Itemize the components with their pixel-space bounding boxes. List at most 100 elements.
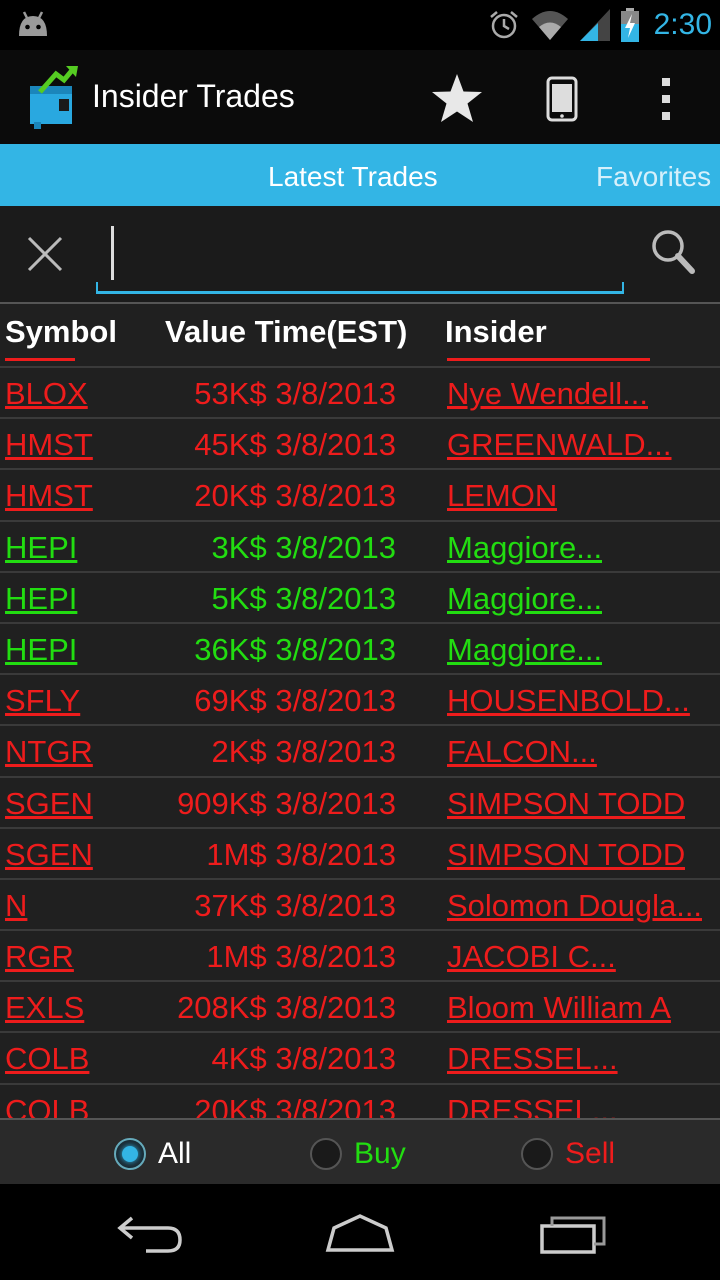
row-symbol-link[interactable]: RGR — [5, 939, 74, 975]
app-logo-icon[interactable] — [26, 66, 80, 130]
filter-buy-label: Buy — [354, 1137, 406, 1170]
filter-all-radio[interactable]: All — [114, 1134, 191, 1174]
row-insider-link[interactable]: SIMPSON TODD — [447, 786, 685, 822]
filter-bar: All Buy Sell — [0, 1118, 720, 1184]
star-icon[interactable] — [430, 72, 484, 126]
row-date: 3/8/2013 — [275, 631, 396, 667]
wifi-icon — [531, 11, 568, 40]
table-row[interactable]: COLB 4K$ 3/8/2013 DRESSEL... — [0, 1031, 720, 1082]
row-value-time: 5K$ 3/8/2013 — [212, 581, 396, 617]
alarm-icon — [489, 11, 518, 39]
row-symbol-link[interactable]: HEPI — [5, 530, 77, 566]
table-row[interactable]: BLOX 53K$ 3/8/2013 Nye Wendell... — [0, 366, 720, 417]
table-row[interactable]: SFLY 69K$ 3/8/2013 HOUSENBOLD... — [0, 673, 720, 724]
overflow-menu-icon[interactable] — [658, 76, 674, 122]
radio-indicator[interactable] — [521, 1138, 553, 1170]
row-symbol-link[interactable]: SGEN — [5, 837, 93, 873]
row-date: 3/8/2013 — [275, 990, 396, 1026]
row-date: 3/8/2013 — [275, 1041, 396, 1077]
row-symbol-link[interactable]: SGEN — [5, 786, 93, 822]
search-input-border — [96, 282, 624, 294]
row-symbol-link[interactable]: SFLY — [5, 683, 80, 719]
phone-icon[interactable] — [546, 76, 578, 122]
row-insider-link[interactable]: GREENWALD... — [447, 427, 672, 463]
table-row[interactable]: HEPI 3K$ 3/8/2013 Maggiore... — [0, 519, 720, 571]
row-insider-link[interactable]: Maggiore... — [447, 530, 602, 566]
table-row[interactable]: N 37K$ 3/8/2013 Solomon Dougla... — [0, 877, 720, 929]
back-icon[interactable] — [116, 1214, 184, 1254]
table-rows: BLOX 53K$ 3/8/2013 Nye Wendell... HMST 45K$ … — [0, 358, 720, 1118]
signal-icon — [579, 9, 610, 41]
row-value: 909K$ — [177, 785, 267, 821]
row-insider-link[interactable]: JACOBI C... — [447, 939, 616, 975]
row-date: 3/8/2013 — [275, 683, 396, 719]
radio-selected-indicator[interactable] — [114, 1138, 146, 1170]
row-insider-link[interactable]: HOUSENBOLD... — [447, 683, 690, 719]
row-symbol-link[interactable]: BLOX — [5, 376, 88, 412]
table-row[interactable]: HMST 45K$ 3/8/2013 GREENWALD... — [0, 417, 720, 468]
row-value: 37K$ — [194, 887, 267, 923]
table-row[interactable]: HEPI 5K$ 3/8/2013 Maggiore... — [0, 570, 720, 622]
recent-apps-icon[interactable] — [538, 1214, 608, 1254]
row-insider-link[interactable]: Maggiore... — [447, 581, 602, 617]
status-bar: 2:30 — [0, 0, 720, 50]
row-insider-link[interactable]: DRESSEL... — [447, 1093, 618, 1118]
row-symbol-link[interactable]: HMST — [5, 478, 93, 514]
row-insider-link[interactable]: Nye Wendell... — [447, 376, 648, 412]
row-value: 1M$ — [206, 836, 267, 872]
row-symbol-link[interactable]: HEPI — [5, 581, 77, 617]
table-row[interactable]: SGEN 909K$ 3/8/2013 SIMPSON TODD — [0, 775, 720, 827]
row-symbol-link[interactable]: N — [5, 888, 27, 924]
close-icon[interactable] — [25, 234, 65, 274]
tab-latest-trades[interactable]: Latest Trades — [268, 144, 438, 206]
row-symbol-link[interactable]: COLB — [5, 1093, 89, 1118]
row-date: 3/8/2013 — [275, 887, 396, 923]
row-insider-link[interactable]: Solomon Dougla... — [447, 888, 702, 924]
row-insider-link[interactable]: SIMPSON TODD — [447, 837, 685, 873]
table-row[interactable]: NTGR 2K$ 3/8/2013 FALCON... — [0, 724, 720, 775]
row-value-time: 45K$ 3/8/2013 — [194, 427, 396, 463]
row-insider-link[interactable]: Bloom William A — [447, 990, 671, 1026]
table-row[interactable]: EXLS 208K$ 3/8/2013 Bloom William A — [0, 980, 720, 1031]
row-value: 45K$ — [194, 427, 267, 463]
row-date: 3/8/2013 — [275, 836, 396, 872]
battery-charging-icon — [620, 8, 639, 42]
table-row[interactable]: HMST 20K$ 3/8/2013 LEMON — [0, 468, 720, 519]
row-value: 208K$ — [177, 990, 267, 1026]
table-row[interactable]: RGR 1M$ 3/8/2013 JACOBI C... — [0, 929, 720, 980]
row-value-time: 36K$ 3/8/2013 — [194, 632, 396, 668]
row-date: 3/8/2013 — [275, 785, 396, 821]
row-symbol-link[interactable]: NTGR — [5, 734, 93, 770]
header-symbol[interactable]: Symbol — [5, 314, 117, 350]
row-value-time: 53K$ 3/8/2013 — [194, 376, 396, 412]
home-icon[interactable] — [324, 1214, 396, 1254]
search-icon[interactable] — [650, 228, 696, 276]
table-row[interactable]: COLB 20K$ 3/8/2013 DRESSEL... — [0, 1082, 720, 1118]
header-value-time[interactable]: Value Time(EST) — [165, 314, 407, 350]
header-insider[interactable]: Insider — [445, 314, 547, 350]
trades-table: Symbol Value Time(EST) Insider BLOX 53K$ … — [0, 302, 720, 1118]
action-bar: Insider Trades — [0, 50, 720, 144]
row-insider-link[interactable]: DRESSEL... — [447, 1041, 618, 1077]
table-row[interactable]: HEPI 36K$ 3/8/2013 Maggiore... — [0, 621, 720, 673]
row-date: 3/8/2013 — [275, 1092, 396, 1118]
filter-buy-radio[interactable]: Buy — [310, 1134, 406, 1174]
row-symbol-link[interactable]: COLB — [5, 1041, 89, 1077]
row-value-time: 20K$ 3/8/2013 — [194, 478, 396, 514]
row-insider-link[interactable]: LEMON — [447, 478, 557, 514]
row-symbol-link[interactable]: HEPI — [5, 632, 77, 668]
row-insider-link[interactable]: Maggiore... — [447, 632, 602, 668]
filter-sell-radio[interactable]: Sell — [521, 1134, 615, 1174]
row-value-time: 1M$ 3/8/2013 — [206, 837, 396, 873]
radio-indicator[interactable] — [310, 1138, 342, 1170]
row-insider-link[interactable]: FALCON... — [447, 734, 597, 770]
row-date: 3/8/2013 — [275, 580, 396, 616]
row-value-time: 69K$ 3/8/2013 — [194, 683, 396, 719]
table-row[interactable]: SGEN 1M$ 3/8/2013 SIMPSON TODD — [0, 826, 720, 878]
tab-favorites[interactable]: Favorites — [596, 144, 711, 206]
row-symbol-link[interactable]: EXLS — [5, 990, 84, 1026]
row-value: 5K$ — [211, 580, 267, 616]
row-value: 36K$ — [194, 631, 267, 667]
row-symbol-link[interactable]: HMST — [5, 427, 93, 463]
row-value: 20K$ — [194, 1092, 267, 1118]
